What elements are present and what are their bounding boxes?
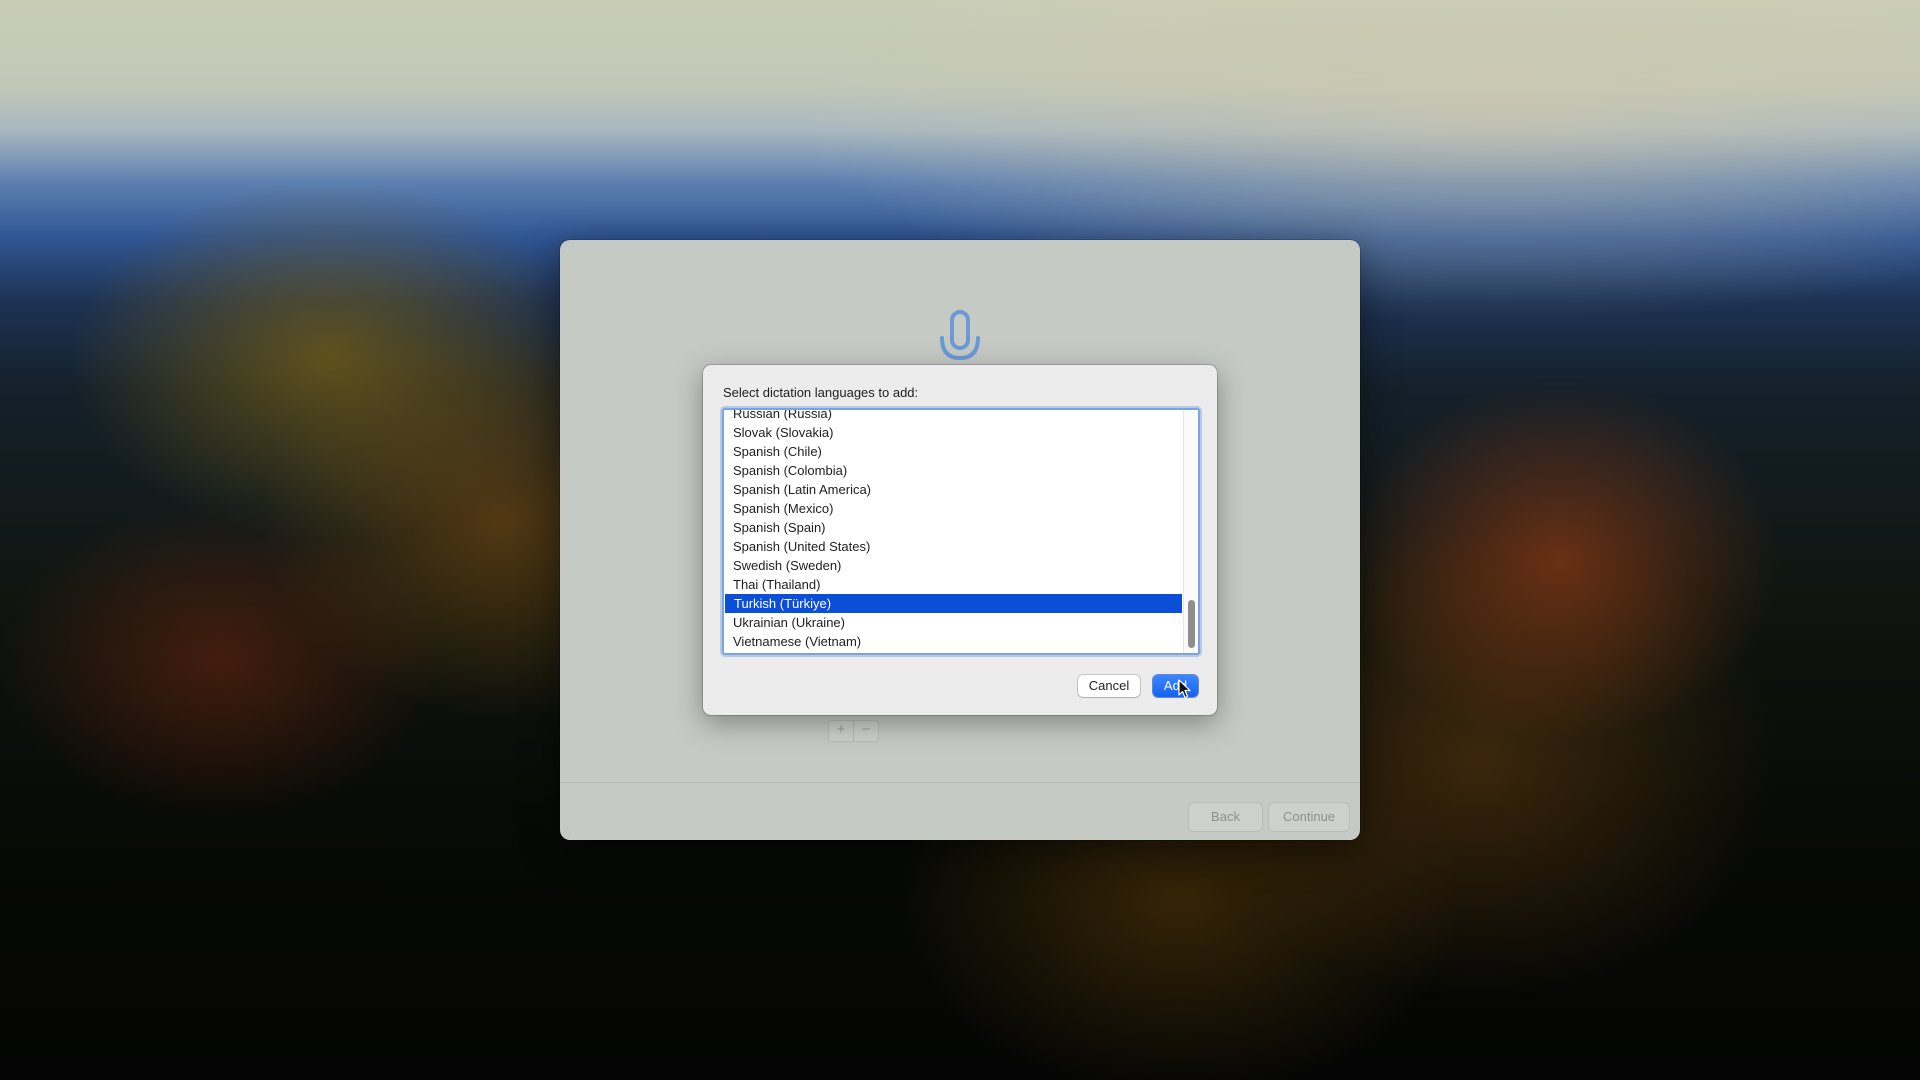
language-list-item[interactable]: Spanish (Spain)	[724, 518, 1182, 537]
language-list-item[interactable]: Swedish (Sweden)	[724, 556, 1182, 575]
language-list-content: Russian (Russia) Slovak (Slovakia) Spanish…	[724, 410, 1182, 651]
continue-button[interactable]: Continue	[1268, 802, 1350, 832]
cancel-button[interactable]: Cancel	[1078, 675, 1140, 697]
list-controls: + −	[828, 720, 879, 742]
microphone-icon	[940, 310, 980, 361]
language-list-item[interactable]: Spanish (Mexico)	[724, 499, 1182, 518]
sheet-prompt: Select dictation languages to add:	[723, 385, 919, 400]
language-list-item[interactable]: Russian (Russia)	[724, 410, 1182, 423]
language-list[interactable]: Russian (Russia) Slovak (Slovakia) Spanish…	[722, 408, 1200, 655]
language-list-item[interactable]: Spanish (United States)	[724, 537, 1182, 556]
back-button[interactable]: Back	[1188, 802, 1263, 832]
language-list-item[interactable]: Turkish (Türkiye)	[725, 594, 1182, 613]
remove-language-button[interactable]: −	[854, 720, 879, 742]
language-list-item[interactable]: Ukrainian (Ukraine)	[724, 613, 1182, 632]
add-language-button[interactable]: +	[828, 720, 854, 742]
add-languages-sheet: Select dictation languages to add: Russi…	[703, 365, 1217, 715]
scrollbar-thumb[interactable]	[1188, 600, 1195, 648]
language-list-item[interactable]: Thai (Thailand)	[724, 575, 1182, 594]
language-list-item[interactable]: Spanish (Colombia)	[724, 461, 1182, 480]
window-footer: Back Continue	[560, 782, 1360, 840]
language-list-item[interactable]: Slovak (Slovakia)	[724, 423, 1182, 442]
language-list-item[interactable]: Spanish (Latin America)	[724, 480, 1182, 499]
mouse-pointer-icon	[1178, 679, 1191, 699]
list-scrollbar[interactable]	[1183, 410, 1198, 653]
language-list-item[interactable]: Spanish (Chile)	[724, 442, 1182, 461]
language-list-item[interactable]: Vietnamese (Vietnam)	[724, 632, 1182, 651]
